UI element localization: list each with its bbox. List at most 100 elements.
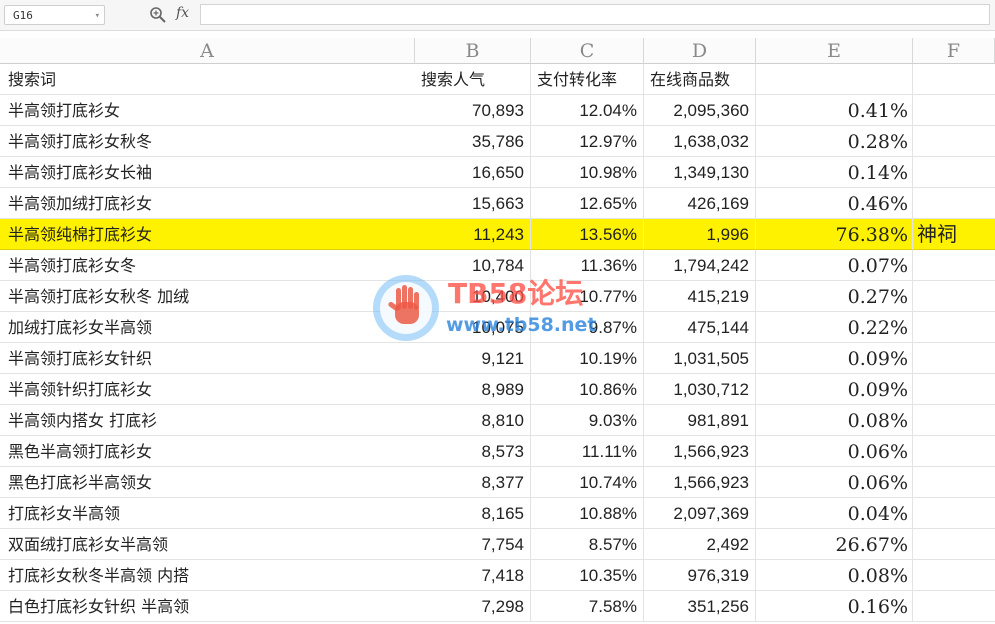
cell-d[interactable]: 1,031,505 <box>644 343 756 374</box>
cell-b[interactable]: 搜索人气 <box>415 64 531 95</box>
cell-d[interactable]: 2,492 <box>644 529 756 560</box>
column-header-f[interactable]: F <box>913 38 995 64</box>
cell-a[interactable]: 搜索词 <box>0 64 415 95</box>
cell-a[interactable]: 半高领针织打底衫女 <box>0 374 415 405</box>
cell-e[interactable]: 0.22% <box>756 312 913 343</box>
cell-d[interactable]: 415,219 <box>644 281 756 312</box>
cell-b[interactable]: 8,810 <box>415 405 531 436</box>
cell-c[interactable]: 9.87% <box>531 312 644 343</box>
cell-a[interactable]: 加绒打底衫女半高领 <box>0 312 415 343</box>
cell-d[interactable]: 1,030,712 <box>644 374 756 405</box>
cell-a[interactable]: 黑色半高领打底衫女 <box>0 436 415 467</box>
cell-c[interactable]: 10.19% <box>531 343 644 374</box>
cell-f[interactable] <box>913 281 995 312</box>
cell-b[interactable]: 10,400 <box>415 281 531 312</box>
cell-a[interactable]: 黑色打底衫半高领女 <box>0 467 415 498</box>
cell-e[interactable]: 0.04% <box>756 498 913 529</box>
column-header-b[interactable]: B <box>415 38 531 64</box>
zoom-icon[interactable] <box>149 6 167 24</box>
cell-c[interactable]: 10.74% <box>531 467 644 498</box>
cell-f[interactable] <box>913 312 995 343</box>
cell-d[interactable]: 981,891 <box>644 405 756 436</box>
cell-b[interactable]: 35,786 <box>415 126 531 157</box>
cell-a[interactable]: 半高领打底衫女 <box>0 95 415 126</box>
cell-e[interactable]: 0.46% <box>756 188 913 219</box>
cell-e[interactable] <box>756 64 913 95</box>
column-header-e[interactable]: E <box>756 38 913 64</box>
cell-b[interactable]: 70,893 <box>415 95 531 126</box>
cell-d[interactable]: 1,566,923 <box>644 467 756 498</box>
cell-c[interactable]: 支付转化率 <box>531 64 644 95</box>
cell-c[interactable]: 12.04% <box>531 95 644 126</box>
cell-f[interactable] <box>913 591 995 622</box>
cell-e[interactable]: 26.67% <box>756 529 913 560</box>
cell-b[interactable]: 15,663 <box>415 188 531 219</box>
cell-b[interactable]: 7,298 <box>415 591 531 622</box>
column-header-c[interactable]: C <box>531 38 644 64</box>
cell-f[interactable] <box>913 529 995 560</box>
cell-f[interactable] <box>913 498 995 529</box>
cell-d[interactable]: 1,996 <box>644 219 756 250</box>
cell-f[interactable] <box>913 374 995 405</box>
cell-e[interactable]: 0.06% <box>756 436 913 467</box>
name-box[interactable]: G16 ▾ <box>4 5 105 25</box>
cell-c[interactable]: 12.65% <box>531 188 644 219</box>
cell-c[interactable]: 10.35% <box>531 560 644 591</box>
cell-e[interactable]: 0.41% <box>756 95 913 126</box>
cell-d[interactable]: 2,095,360 <box>644 95 756 126</box>
cell-f[interactable]: 神祠 <box>913 219 995 250</box>
cell-d[interactable]: 1,566,923 <box>644 436 756 467</box>
cell-d[interactable]: 1,349,130 <box>644 157 756 188</box>
chevron-down-icon[interactable]: ▾ <box>95 6 100 26</box>
cell-e[interactable]: 0.08% <box>756 560 913 591</box>
cell-e[interactable]: 0.06% <box>756 467 913 498</box>
cell-e[interactable]: 0.09% <box>756 374 913 405</box>
cell-b[interactable]: 8,165 <box>415 498 531 529</box>
cell-d[interactable]: 475,144 <box>644 312 756 343</box>
cell-e[interactable]: 0.07% <box>756 250 913 281</box>
cell-a[interactable]: 打底衫女半高领 <box>0 498 415 529</box>
cell-a[interactable]: 半高领内搭女 打底衫 <box>0 405 415 436</box>
cell-a[interactable]: 半高领打底衫女冬 <box>0 250 415 281</box>
cell-f[interactable] <box>913 250 995 281</box>
cell-d[interactable]: 1,794,242 <box>644 250 756 281</box>
cell-d[interactable]: 426,169 <box>644 188 756 219</box>
cell-b[interactable]: 10,784 <box>415 250 531 281</box>
cell-c[interactable]: 10.86% <box>531 374 644 405</box>
cell-c[interactable]: 13.56% <box>531 219 644 250</box>
cell-e[interactable]: 0.09% <box>756 343 913 374</box>
cell-e[interactable]: 0.27% <box>756 281 913 312</box>
formula-input[interactable] <box>200 4 990 25</box>
cell-d[interactable]: 1,638,032 <box>644 126 756 157</box>
cell-a[interactable]: 打底衫女秋冬半高领 内搭 <box>0 560 415 591</box>
cell-f[interactable] <box>913 560 995 591</box>
cell-f[interactable] <box>913 343 995 374</box>
cell-e[interactable]: 0.28% <box>756 126 913 157</box>
cell-b[interactable]: 8,573 <box>415 436 531 467</box>
cell-a[interactable]: 白色打底衫女针织 半高领 <box>0 591 415 622</box>
cell-f[interactable] <box>913 436 995 467</box>
cell-d[interactable]: 976,319 <box>644 560 756 591</box>
cell-c[interactable]: 7.58% <box>531 591 644 622</box>
cell-c[interactable]: 10.88% <box>531 498 644 529</box>
cell-d[interactable]: 在线商品数 <box>644 64 756 95</box>
cell-a[interactable]: 半高领加绒打底衫女 <box>0 188 415 219</box>
cell-c[interactable]: 12.97% <box>531 126 644 157</box>
cell-e[interactable]: 0.08% <box>756 405 913 436</box>
cell-b[interactable]: 16,650 <box>415 157 531 188</box>
cell-d[interactable]: 351,256 <box>644 591 756 622</box>
cell-f[interactable] <box>913 467 995 498</box>
cell-a[interactable]: 半高领打底衫女秋冬 <box>0 126 415 157</box>
column-header-a[interactable]: A <box>0 38 415 64</box>
cell-b[interactable]: 7,754 <box>415 529 531 560</box>
cell-f[interactable] <box>913 126 995 157</box>
cell-e[interactable]: 76.38% <box>756 219 913 250</box>
cell-e[interactable]: 0.14% <box>756 157 913 188</box>
cell-f[interactable] <box>913 64 995 95</box>
cell-a[interactable]: 半高领纯棉打底衫女 <box>0 219 415 250</box>
cell-c[interactable]: 10.98% <box>531 157 644 188</box>
cell-c[interactable]: 11.11% <box>531 436 644 467</box>
cell-c[interactable]: 11.36% <box>531 250 644 281</box>
cell-a[interactable]: 半高领打底衫女针织 <box>0 343 415 374</box>
cell-b[interactable]: 7,418 <box>415 560 531 591</box>
